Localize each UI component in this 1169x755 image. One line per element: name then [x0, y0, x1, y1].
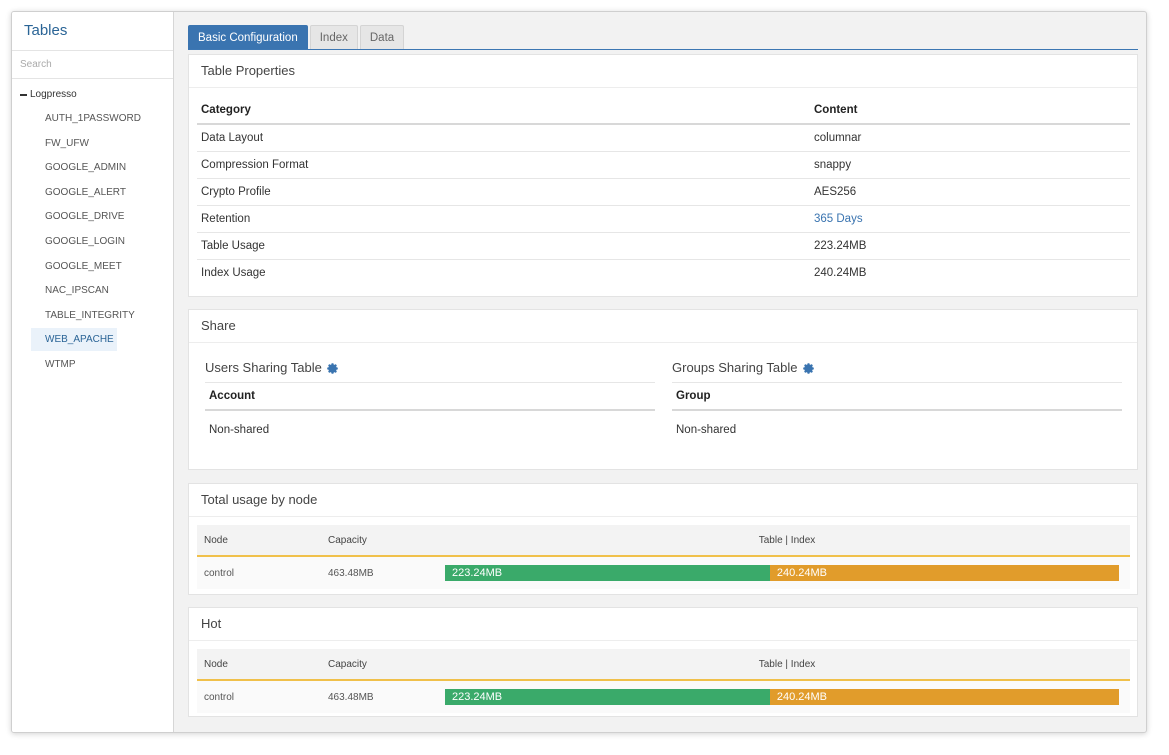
retention-link[interactable]: 365 Days: [814, 213, 863, 225]
usage-bar: 223.24MB 240.24MB: [445, 689, 1119, 705]
users-sharing-title: Users Sharing Table: [205, 360, 322, 375]
main-content: Basic Configuration Index Data Table Pro…: [174, 12, 1146, 732]
table-properties-panel: Table Properties Category Content Data L…: [188, 54, 1138, 297]
index-usage-segment: 240.24MB: [769, 565, 1119, 581]
column-header-capacity: Capacity: [321, 525, 445, 557]
table-item-google-drive[interactable]: GOOGLE_DRIVE: [31, 205, 124, 228]
table-row: Non-shared: [205, 410, 655, 449]
column-header-table-index: Table | Index: [445, 525, 1130, 557]
node-name: control: [197, 556, 321, 589]
node-capacity: 463.48MB: [321, 680, 445, 713]
property-value: 240.24MB: [814, 267, 867, 279]
property-name: Compression Format: [197, 151, 810, 179]
table-item-table-integrity[interactable]: TABLE_INTEGRITY: [31, 304, 135, 327]
panel-title-total-usage: Total usage by node: [189, 484, 1137, 517]
users-sharing-section: Users Sharing Table Account Non-shared: [205, 354, 655, 449]
usage-bar-cell: 223.24MB 240.24MB: [445, 680, 1130, 713]
table-row: Non-shared: [672, 410, 1122, 449]
index-usage-segment: 240.24MB: [769, 689, 1119, 705]
column-header-node: Node: [197, 525, 321, 557]
table-row: control 463.48MB 223.24MB 240.24MB: [197, 556, 1130, 589]
node-capacity: 463.48MB: [321, 556, 445, 589]
table-row: Retention 365 Days: [197, 205, 1130, 233]
table-item-auth-1password[interactable]: AUTH_1PASSWORD: [31, 107, 141, 130]
tree-root-logpresso[interactable]: Logpresso: [12, 88, 173, 102]
property-value: snappy: [810, 151, 1130, 179]
table-row: Crypto Profile AES256: [197, 178, 1130, 206]
property-name: Table Usage: [197, 232, 810, 260]
app-window: Tables Logpresso AUTH_1PASSWORD FW_UFW G…: [11, 11, 1147, 733]
column-header-account: Account: [205, 382, 655, 411]
usage-bar-cell: 223.24MB 240.24MB: [445, 556, 1130, 589]
property-value: columnar: [810, 124, 1130, 152]
table-item-google-admin[interactable]: GOOGLE_ADMIN: [31, 156, 126, 179]
table-row: Data Layout columnar: [197, 124, 1130, 152]
groups-header-row: Group: [672, 382, 1122, 411]
table-item-google-meet[interactable]: GOOGLE_MEET: [31, 255, 122, 278]
column-header-node: Node: [197, 649, 321, 681]
tab-basic-configuration[interactable]: Basic Configuration: [188, 25, 308, 49]
node-name: control: [197, 680, 321, 713]
table-usage-segment: 223.24MB: [445, 689, 770, 705]
property-name: Retention: [197, 205, 810, 233]
groups-sharing-heading: Groups Sharing Table: [672, 354, 1122, 382]
gear-icon[interactable]: [802, 362, 815, 375]
table-usage-segment: 223.24MB: [445, 565, 770, 581]
table-row: Table Usage 223.24MB: [197, 232, 1130, 260]
users-sharing-heading: Users Sharing Table: [205, 354, 655, 382]
groups-sharing-table: Group Non-shared: [672, 382, 1122, 449]
column-header-table-index: Table | Index: [445, 649, 1130, 681]
property-name: Index Usage: [201, 267, 266, 279]
property-value: AES256: [810, 178, 1130, 206]
tree-root-label: Logpresso: [30, 89, 77, 100]
column-header-content: Content: [810, 97, 1130, 125]
tab-index[interactable]: Index: [309, 25, 358, 49]
table-row: control 463.48MB 223.24MB 240.24MB: [197, 680, 1130, 713]
column-header-capacity: Capacity: [321, 649, 445, 681]
users-header-row: Account: [205, 382, 655, 411]
users-sharing-value: Non-shared: [209, 424, 270, 436]
hot-usage-table: Node Capacity Table | Index control 463.…: [197, 649, 1130, 713]
collapse-icon[interactable]: [20, 94, 27, 96]
table-row: Index Usage 240.24MB: [197, 260, 1130, 287]
usage-header-row: Node Capacity Table | Index: [197, 649, 1130, 681]
groups-sharing-value: Non-shared: [676, 424, 737, 436]
properties-table: Category Content Data Layout columnar Co…: [197, 97, 1130, 286]
sidebar: Tables Logpresso AUTH_1PASSWORD FW_UFW G…: [12, 12, 174, 732]
table-item-nac-ipscan[interactable]: NAC_IPSCAN: [31, 279, 117, 302]
tab-data[interactable]: Data: [359, 25, 405, 49]
users-sharing-table: Account Non-shared: [205, 382, 655, 449]
panel-title-properties: Table Properties: [189, 55, 1137, 88]
table-item-google-login[interactable]: GOOGLE_LOGIN: [31, 230, 125, 253]
property-name: Data Layout: [197, 124, 810, 152]
table-item-web-apache[interactable]: WEB_APACHE: [31, 328, 117, 352]
usage-header-row: Node Capacity Table | Index: [197, 525, 1130, 557]
groups-sharing-section: Groups Sharing Table Group Non-shared: [672, 354, 1122, 449]
table-row: Compression Format snappy: [197, 151, 1130, 179]
total-usage-table: Node Capacity Table | Index control 463.…: [197, 525, 1130, 589]
property-value: 365 Days: [810, 205, 1130, 233]
panel-title-hot: Hot: [189, 608, 1137, 641]
property-value: 223.24MB: [810, 232, 1130, 260]
gear-icon[interactable]: [326, 362, 339, 375]
properties-header-row: Category Content: [197, 97, 1130, 125]
panel-title-share: Share: [189, 310, 1137, 343]
sidebar-title: Tables: [12, 12, 173, 51]
column-header-group: Group: [672, 382, 1122, 411]
hot-panel: Hot Node Capacity Table | Index control …: [188, 607, 1138, 717]
groups-sharing-title: Groups Sharing Table: [672, 360, 798, 375]
usage-bar: 223.24MB 240.24MB: [445, 565, 1119, 581]
table-item-google-alert[interactable]: GOOGLE_ALERT: [31, 181, 126, 204]
tab-bar: Basic Configuration Index Data: [188, 25, 1138, 50]
share-panel: Share Users Sharing Table Account Non-sh…: [188, 309, 1138, 470]
column-header-category: Category: [197, 97, 810, 125]
table-item-fw-ufw[interactable]: FW_UFW: [31, 132, 117, 155]
table-list: AUTH_1PASSWORD FW_UFW GOOGLE_ADMIN GOOGL…: [12, 107, 173, 376]
total-usage-panel: Total usage by node Node Capacity Table …: [188, 483, 1138, 595]
table-item-wtmp[interactable]: WTMP: [31, 353, 117, 376]
property-name: Crypto Profile: [197, 178, 810, 206]
search-input[interactable]: [12, 51, 173, 79]
